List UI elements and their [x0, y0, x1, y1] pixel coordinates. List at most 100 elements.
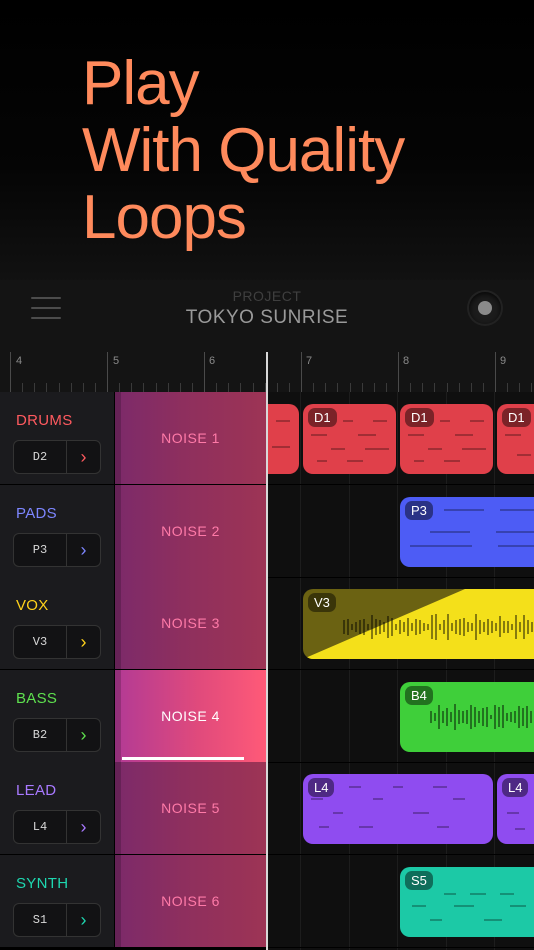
track-header-pads[interactable]: PADS P3 ›: [0, 485, 115, 577]
project-title[interactable]: TOKYO SUNRISE: [0, 307, 534, 329]
waveform-bar: [462, 710, 464, 724]
clip-label: L4: [502, 778, 529, 797]
ruler-minor-tick: [446, 383, 448, 392]
track-header-synth[interactable]: SYNTH S1 ›: [0, 855, 115, 947]
waveform-bar: [419, 619, 421, 635]
clip-drums-2[interactable]: D1: [400, 404, 493, 474]
ruler-minor-tick: [119, 383, 121, 392]
waveform-bar: [523, 615, 525, 639]
noise-pad-label: NOISE 3: [161, 615, 220, 631]
waveform-bar: [359, 620, 361, 634]
loop-selector[interactable]: S1 ›: [13, 903, 101, 937]
ruler-minor-tick: [422, 383, 424, 392]
record-dot-icon: [478, 301, 492, 315]
waveform-bar: [391, 617, 393, 637]
ruler-minor-tick: [482, 383, 484, 392]
waveform-bar: [450, 712, 452, 722]
ruler-minor-tick: [179, 383, 181, 392]
track-name: LEAD: [16, 782, 57, 799]
hero-line-2: With Quality: [82, 116, 405, 185]
loop-selector[interactable]: L4 ›: [13, 810, 101, 844]
waveform-bar: [367, 624, 369, 630]
waveform-bar: [526, 706, 528, 728]
track-name: PADS: [16, 505, 57, 522]
noise-pad-5[interactable]: NOISE 5: [115, 762, 266, 854]
clip-drums-partial[interactable]: [268, 404, 299, 474]
waveform-bar: [395, 624, 397, 630]
loop-selector[interactable]: V3 ›: [13, 625, 101, 659]
noise-pad-2[interactable]: NOISE 2: [115, 485, 266, 577]
noise-pad-3[interactable]: NOISE 3: [115, 577, 266, 669]
waveform-bar: [467, 621, 469, 633]
ruler-minor-tick: [46, 383, 48, 392]
clip-lead-2[interactable]: L4: [497, 774, 534, 844]
record-button[interactable]: [469, 292, 501, 324]
project-label: PROJECT: [232, 288, 302, 304]
clip-drums-3[interactable]: D1: [497, 404, 534, 474]
waveform-bar: [458, 710, 460, 724]
ruler-major-tick: [10, 352, 11, 392]
chevron-right-icon[interactable]: ›: [67, 626, 100, 658]
ruler-major-tick: [204, 352, 205, 392]
waveform-bar: [522, 708, 524, 726]
track-header-drums[interactable]: DRUMS D2 ›: [0, 392, 115, 484]
noise-pad-4[interactable]: NOISE 4: [115, 670, 266, 762]
loop-selector[interactable]: D2 ›: [13, 440, 101, 474]
waveform-bar: [519, 622, 521, 632]
waveform-bar: [446, 707, 448, 727]
ruler-major-tick: [495, 352, 496, 392]
ruler-minor-tick: [240, 383, 242, 392]
loop-selector-value: L4: [14, 811, 67, 843]
chevron-right-icon[interactable]: ›: [67, 441, 100, 473]
ruler-number-6: 6: [209, 355, 216, 367]
waveform-bar: [511, 624, 513, 630]
waveform-bar: [486, 707, 488, 727]
track-header-vox[interactable]: VOX V3 ›: [0, 577, 115, 669]
chevron-right-icon[interactable]: ›: [67, 534, 100, 566]
ruler-number-9: 9: [500, 355, 507, 367]
waveform-bar: [499, 616, 501, 638]
waveform-bar: [514, 711, 516, 723]
waveform-bar: [498, 706, 500, 728]
playhead[interactable]: [266, 352, 268, 950]
waveform-bar: [494, 705, 496, 729]
waveform-bar: [487, 618, 489, 635]
clip-lead-1[interactable]: L4: [303, 774, 493, 844]
track-header-lead[interactable]: LEAD L4 ›: [0, 762, 115, 854]
ruler-minor-tick: [519, 383, 521, 392]
ruler-minor-tick: [373, 383, 375, 392]
ruler-number-4: 4: [16, 355, 23, 367]
ruler-minor-tick: [470, 383, 472, 392]
waveform-bar: [451, 622, 453, 632]
loop-selector[interactable]: P3 ›: [13, 533, 101, 567]
clip-drums-1[interactable]: D1: [303, 404, 396, 474]
waveform-bar: [387, 616, 389, 638]
loop-selector[interactable]: B2 ›: [13, 718, 101, 752]
clip-synth-1[interactable]: S5: [400, 867, 534, 937]
grid-line: [300, 392, 301, 950]
clip-pads-1[interactable]: P3: [400, 497, 534, 567]
noise-pad-1[interactable]: NOISE 1: [115, 392, 266, 484]
ruler-number-5: 5: [113, 355, 120, 367]
clip-label: D1: [502, 408, 531, 427]
ruler-minor-tick: [131, 383, 133, 392]
waveform-bar: [454, 704, 456, 730]
ruler-minor-tick: [288, 383, 290, 392]
waveform-bar: [459, 618, 461, 636]
waveform-bar: [427, 624, 429, 630]
noise-pad-6[interactable]: NOISE 6: [115, 855, 266, 947]
track-header-bass[interactable]: BASS B2 ›: [0, 670, 115, 762]
clip-vox-1[interactable]: V3: [303, 589, 534, 659]
clip-bass-1[interactable]: B4: [400, 682, 534, 752]
chevron-right-icon[interactable]: ›: [67, 719, 100, 751]
chevron-right-icon[interactable]: ›: [67, 904, 100, 936]
hero-line-1: Play: [82, 49, 200, 118]
loop-selector-value: V3: [14, 626, 67, 658]
waveform-bar: [463, 617, 465, 637]
waveform-bar: [415, 618, 417, 636]
grid-line: [397, 392, 398, 950]
ruler-major-tick: [301, 352, 302, 392]
ruler-minor-tick: [349, 383, 351, 392]
chevron-right-icon[interactable]: ›: [67, 811, 100, 843]
grid-line: [349, 392, 350, 950]
